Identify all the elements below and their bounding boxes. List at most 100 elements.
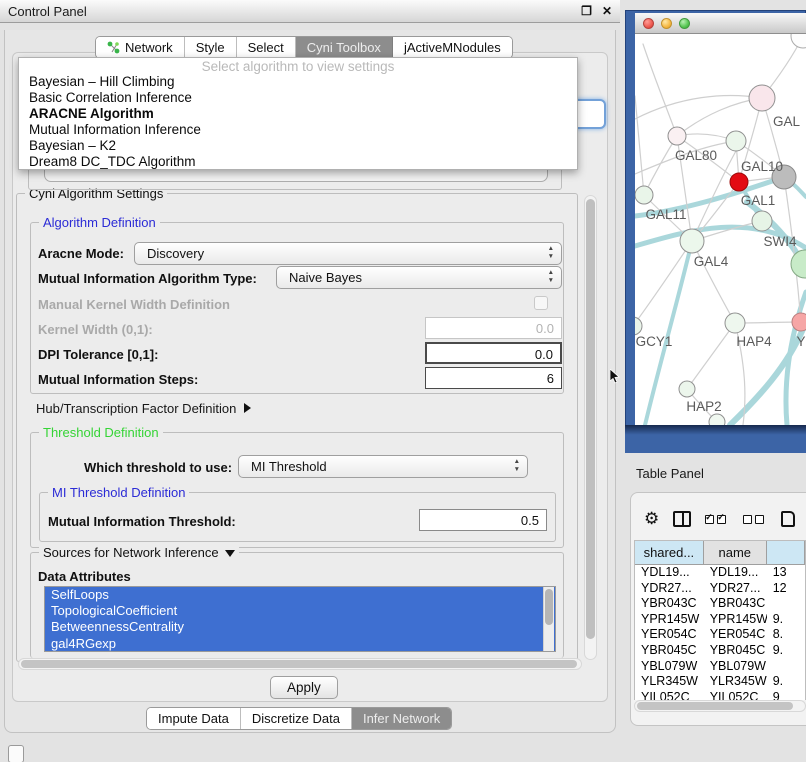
- table-row[interactable]: YBR045CYBR045C9.: [635, 643, 805, 659]
- table-row[interactable]: YLR345WYLR345W9.: [635, 674, 805, 690]
- node-gal10[interactable]: [726, 131, 746, 151]
- mouse-cursor-icon: [610, 369, 621, 384]
- deselect-all-checkboxes-icon[interactable]: [743, 515, 767, 524]
- attribute-item-betweennesscentrality[interactable]: BetweennessCentrality: [45, 619, 555, 635]
- threshold-definition-title: Threshold Definition: [39, 425, 163, 440]
- table-cell: [767, 659, 805, 675]
- algorithm-option-bayesian-k2[interactable]: Bayesian – K2: [19, 138, 577, 154]
- table-cell: YLR345W: [704, 674, 767, 690]
- table-cell: YBL079W: [635, 659, 704, 675]
- node-bottom[interactable]: [709, 414, 725, 425]
- node-table[interactable]: shared...name YDL19...YDL19...13YDR27...…: [634, 540, 806, 700]
- combo-stepper-icon: ▲▼: [548, 245, 554, 261]
- screen: Control Panel ❐ ✕ NetworkStyleSelectCyni…: [0, 0, 806, 762]
- algorithm-option-dream8-dc-tdc-algorithm[interactable]: Dream8 DC_TDC Algorithm: [19, 154, 577, 170]
- node-swi4[interactable]: [791, 250, 806, 278]
- settings-horizontal-scrollbar[interactable]: [18, 658, 582, 670]
- minimized-panel-icon[interactable]: [8, 745, 24, 762]
- network-window-titlebar[interactable]: [635, 13, 806, 34]
- table-row[interactable]: YBR043CYBR043C: [635, 596, 805, 612]
- node-gal4[interactable]: [680, 229, 704, 253]
- attribute-item-topologicalcoefficient[interactable]: TopologicalCoefficient: [45, 603, 555, 619]
- mi-steps-label: Mutual Information Steps:: [38, 372, 198, 387]
- algorithm-option-bayesian-hill-climbing[interactable]: Bayesian – Hill Climbing: [19, 74, 577, 90]
- table-horizontal-scrollbar[interactable]: [634, 700, 806, 712]
- which-threshold-label: Which threshold to use:: [84, 460, 232, 475]
- table-row[interactable]: YBL079WYBL079W: [635, 659, 805, 675]
- mi-algorithm-type-select[interactable]: Naive Bayes ▲▼: [276, 266, 562, 289]
- manual-kernel-width-checkbox[interactable]: [534, 296, 548, 310]
- which-threshold-select[interactable]: MI Threshold ▲▼: [238, 455, 528, 478]
- node-gal80[interactable]: [668, 127, 686, 145]
- mi-threshold-field[interactable]: 0.5: [419, 509, 547, 531]
- tab-select[interactable]: Select: [237, 37, 296, 58]
- apply-button[interactable]: Apply: [270, 676, 338, 699]
- tab-label: jActiveMNodules: [404, 40, 501, 55]
- algorithm-dropdown-placeholder: Select algorithm to view settings: [19, 58, 577, 74]
- node-hap2[interactable]: [679, 381, 695, 397]
- hub-tf-definition-expander[interactable]: Hub/Transcription Factor Definition: [36, 401, 251, 416]
- column-header-name[interactable]: name: [704, 541, 767, 565]
- attributes-scrollbar[interactable]: [543, 587, 554, 651]
- kernel-width-field[interactable]: 0.0: [425, 317, 562, 339]
- node-red[interactable]: [730, 173, 748, 191]
- network-canvas[interactable]: GALGAL80GAL10GAL1GAL11SWI4GAL4GCY1HAP4YH…: [635, 34, 806, 425]
- node-pink[interactable]: [749, 85, 775, 111]
- tab-discretize-data[interactable]: Discretize Data: [241, 708, 352, 729]
- data-attributes-list: SelfLoopsTopologicalCoefficientBetweenne…: [44, 586, 556, 652]
- node-hap4[interactable]: [725, 313, 745, 333]
- column-layout-icon[interactable]: [673, 511, 691, 527]
- attribute-item-gal4rgexp[interactable]: gal4RGexp: [45, 636, 555, 652]
- tab-network[interactable]: Network: [96, 37, 185, 58]
- table-cell: YER054C: [704, 627, 767, 643]
- tab-cyni-toolbox[interactable]: Cyni Toolbox: [296, 37, 393, 58]
- algorithm-option-mutual-information-inference[interactable]: Mutual Information Inference: [19, 122, 577, 138]
- node-label-gal: GAL: [773, 114, 801, 129]
- column-header-col3[interactable]: [767, 541, 805, 565]
- table-row[interactable]: YER054CYER054C8.: [635, 627, 805, 643]
- table-cell: 8.: [767, 627, 805, 643]
- dpi-tolerance-field[interactable]: 0.0: [425, 342, 562, 364]
- node-gcy1[interactable]: [635, 317, 642, 335]
- select-all-checkboxes-icon[interactable]: [705, 515, 729, 524]
- table-cell: YIL052C: [635, 690, 704, 700]
- float-window-icon[interactable]: ❐: [581, 4, 592, 18]
- node-label-gal11: GAL11: [645, 207, 686, 222]
- tab-impute-data[interactable]: Impute Data: [147, 708, 241, 729]
- algorithm-option-basic-correlation-inference[interactable]: Basic Correlation Inference: [19, 90, 577, 106]
- tab-infer-network[interactable]: Infer Network: [352, 708, 451, 729]
- algorithm-option-aracne-algorithm[interactable]: ARACNE Algorithm: [19, 106, 577, 122]
- table-cell: 9.: [767, 674, 805, 690]
- table-row[interactable]: YDR27...YDR27...12: [635, 581, 805, 597]
- column-header-shared[interactable]: shared...: [635, 541, 704, 565]
- node-top-partial[interactable]: [791, 34, 806, 48]
- settings-gear-icon[interactable]: ⚙: [644, 509, 659, 529]
- minimize-traffic-light-icon[interactable]: [661, 18, 672, 29]
- table-cell: YIL052C: [704, 690, 767, 700]
- close-window-icon[interactable]: ✕: [602, 4, 612, 18]
- node-salmon[interactable]: [792, 313, 806, 331]
- table-cell: YBR045C: [635, 643, 704, 659]
- mi-steps-field[interactable]: 6: [425, 367, 562, 389]
- document-icon[interactable]: [781, 511, 795, 527]
- tab-style[interactable]: Style: [185, 37, 237, 58]
- network-window-bottom-frame: [625, 425, 806, 453]
- settings-vertical-scrollbar[interactable]: [584, 195, 597, 660]
- node-gal1[interactable]: [752, 211, 772, 231]
- zoom-traffic-light-icon[interactable]: [679, 18, 690, 29]
- node-gal11[interactable]: [635, 186, 653, 204]
- sources-expander[interactable]: Sources for Network Inference: [39, 545, 239, 560]
- tab-jactivemnodules[interactable]: jActiveMNodules: [393, 37, 512, 58]
- table-cell: [767, 596, 805, 612]
- table-cell: 9: [767, 690, 805, 700]
- table-row[interactable]: YIL052CYIL052C9: [635, 690, 805, 700]
- which-threshold-value: MI Threshold: [251, 459, 327, 474]
- close-traffic-light-icon[interactable]: [643, 18, 654, 29]
- tab-label: Select: [248, 40, 284, 55]
- table-rows: YDL19...YDL19...13YDR27...YDR27...12YBR0…: [635, 565, 805, 700]
- table-row[interactable]: YPR145WYPR145W9.: [635, 612, 805, 628]
- aracne-mode-select[interactable]: Discovery ▲▼: [134, 242, 562, 265]
- attribute-item-selfloops[interactable]: SelfLoops: [45, 587, 555, 603]
- table-row[interactable]: YDL19...YDL19...13: [635, 565, 805, 581]
- aracne-mode-value: Discovery: [147, 246, 204, 261]
